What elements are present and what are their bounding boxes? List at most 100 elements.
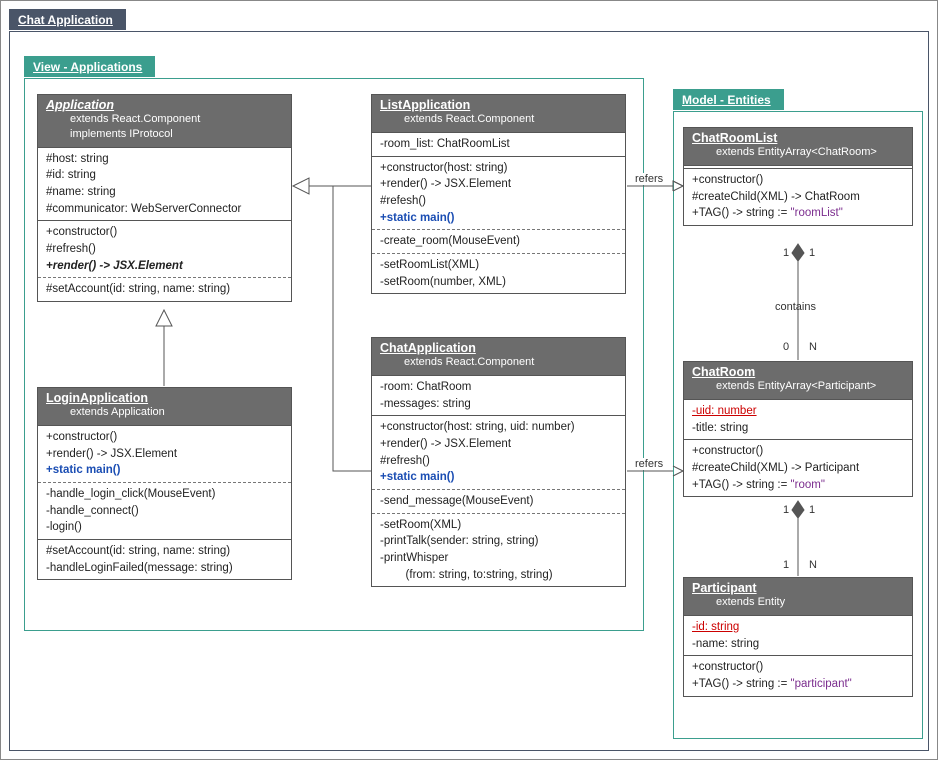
- class-chatroomlist: ChatRoomList extends EntityArray<ChatRoo…: [683, 127, 913, 226]
- class-application-head: Application extends React.Component impl…: [38, 95, 291, 147]
- class-member: #communicator: WebServerConnector: [46, 201, 283, 218]
- multiplicity-one: 1: [783, 247, 789, 259]
- class-member: +render() -> JSX.Element: [46, 258, 283, 275]
- class-member: +render() -> JSX.Element: [380, 436, 617, 453]
- class-room-ext: extends EntityArray<Participant>: [692, 379, 904, 394]
- class-member: -create_room(MouseEvent): [380, 233, 617, 250]
- class-list-ext: extends React.Component: [380, 112, 617, 127]
- class-member: +constructor(): [692, 443, 904, 460]
- class-application-ext1: extends React.Component: [46, 112, 283, 127]
- class-member: +constructor(): [46, 224, 283, 241]
- class-member: +constructor(host: string): [380, 160, 617, 177]
- class-list-ops3: -setRoomList(XML) -setRoom(number, XML): [372, 253, 625, 293]
- class-chat-head: ChatApplication extends React.Component: [372, 338, 625, 375]
- class-participant: Participant extends Entity -id: string -…: [683, 577, 913, 697]
- class-list-application: ListApplication extends React.Component …: [371, 94, 626, 294]
- class-participant-head: Participant extends Entity: [684, 578, 912, 615]
- class-chatroom: ChatRoom extends EntityArray<Participant…: [683, 361, 913, 497]
- class-roomlist-ops: +constructor() #createChild(XML) -> Chat…: [684, 168, 912, 225]
- class-member: -login(): [46, 519, 283, 536]
- class-member: +render() -> JSX.Element: [380, 176, 617, 193]
- class-room-head: ChatRoom extends EntityArray<Participant…: [684, 362, 912, 399]
- class-list-ops2: -create_room(MouseEvent): [372, 229, 625, 253]
- class-member: -setRoom(number, XML): [380, 274, 617, 291]
- class-member: +constructor(): [692, 172, 904, 189]
- relation-label-contains: contains: [773, 301, 818, 313]
- class-chat-ops1: +constructor(host: string, uid: number) …: [372, 415, 625, 489]
- package-chat-application-tab: Chat Application: [9, 9, 126, 30]
- class-member: +constructor(host: string, uid: number): [380, 419, 617, 436]
- class-member: +render() -> JSX.Element: [46, 446, 283, 463]
- class-member: -room: ChatRoom: [380, 379, 617, 396]
- class-chat-ops2: -send_message(MouseEvent): [372, 489, 625, 513]
- multiplicity-one: 1: [783, 504, 789, 516]
- class-member: -title: string: [692, 420, 904, 437]
- class-member: +constructor(): [46, 429, 283, 446]
- tag-prefix: +TAG() -> string :=: [692, 479, 791, 491]
- class-login-ops2: -handle_login_click(MouseEvent) -handle_…: [38, 482, 291, 539]
- class-room-ops: +constructor() #createChild(XML) -> Part…: [684, 439, 912, 496]
- class-application-ext2: implements IProtocol: [46, 127, 283, 142]
- class-member: -send_message(MouseEvent): [380, 493, 617, 510]
- class-member: +static main(): [46, 462, 283, 479]
- multiplicity-one: 1: [783, 559, 789, 571]
- tag-value: "room": [791, 479, 825, 491]
- class-member: #id: string: [46, 167, 283, 184]
- package-model-tab: Model - Entities: [673, 89, 784, 110]
- class-participant-attrs: -id: string -name: string: [684, 615, 912, 655]
- class-chat-ops3: -setRoom(XML) -printTalk(sender: string,…: [372, 513, 625, 587]
- class-application-title: Application: [46, 98, 283, 112]
- class-roomlist-title: ChatRoomList: [692, 131, 904, 145]
- class-member: -handle_connect(): [46, 503, 283, 520]
- class-room-title: ChatRoom: [692, 365, 904, 379]
- class-member: #refresh(): [380, 453, 617, 470]
- class-member: -printWhisper: [380, 550, 617, 567]
- tag-prefix: +TAG() -> string :=: [692, 678, 791, 690]
- class-login-ops1: +constructor() +render() -> JSX.Element …: [38, 425, 291, 482]
- class-login-ext: extends Application: [46, 405, 283, 420]
- class-login-title: LoginApplication: [46, 391, 283, 405]
- class-roomlist-head: ChatRoomList extends EntityArray<ChatRoo…: [684, 128, 912, 165]
- relation-label-refers: refers: [633, 458, 665, 470]
- class-member: -name: string: [692, 636, 904, 653]
- tag-value: "participant": [791, 678, 852, 690]
- class-member: -handleLoginFailed(message: string): [46, 560, 283, 577]
- class-list-title: ListApplication: [380, 98, 617, 112]
- class-member: (from: string, to:string, string): [380, 567, 617, 584]
- class-member: -room_list: ChatRoomList: [380, 136, 617, 153]
- class-member: #refresh(): [46, 241, 283, 258]
- class-member: #createChild(XML) -> Participant: [692, 460, 904, 477]
- class-room-attrs: -uid: number -title: string: [684, 399, 912, 439]
- package-view-tab: View - Applications: [24, 56, 155, 77]
- multiplicity-one: 1: [809, 504, 815, 516]
- relation-label-refers: refers: [633, 173, 665, 185]
- class-list-ops1: +constructor(host: string) +render() -> …: [372, 156, 625, 230]
- class-member: +TAG() -> string := "participant": [692, 676, 904, 693]
- class-login-application: LoginApplication extends Application +co…: [37, 387, 292, 580]
- class-member: #refesh(): [380, 193, 617, 210]
- class-chat-attrs: -room: ChatRoom -messages: string: [372, 375, 625, 415]
- class-member: -setRoom(XML): [380, 517, 617, 534]
- class-participant-title: Participant: [692, 581, 904, 595]
- diagram-canvas: Chat Application View - Applications Mod…: [0, 0, 938, 760]
- class-member: #createChild(XML) -> ChatRoom: [692, 189, 904, 206]
- multiplicity-n: N: [809, 341, 817, 353]
- class-member: -setRoomList(XML): [380, 257, 617, 274]
- multiplicity-n: N: [809, 559, 817, 571]
- class-member: +static main(): [380, 210, 617, 227]
- class-application-ops2: #setAccount(id: string, name: string): [38, 277, 291, 301]
- class-roomlist-ext: extends EntityArray<ChatRoom>: [692, 145, 904, 160]
- class-member-key: -uid: number: [692, 403, 904, 420]
- tag-prefix: +TAG() -> string :=: [692, 207, 791, 219]
- class-member: +TAG() -> string := "room": [692, 477, 904, 494]
- class-participant-ext: extends Entity: [692, 595, 904, 610]
- class-member: #name: string: [46, 184, 283, 201]
- class-member: #setAccount(id: string, name: string): [46, 543, 283, 560]
- class-member: -printTalk(sender: string, string): [380, 533, 617, 550]
- class-member: +constructor(): [692, 659, 904, 676]
- class-member: -messages: string: [380, 396, 617, 413]
- class-application: Application extends React.Component impl…: [37, 94, 292, 302]
- class-chat-title: ChatApplication: [380, 341, 617, 355]
- class-login-head: LoginApplication extends Application: [38, 388, 291, 425]
- class-list-head: ListApplication extends React.Component: [372, 95, 625, 132]
